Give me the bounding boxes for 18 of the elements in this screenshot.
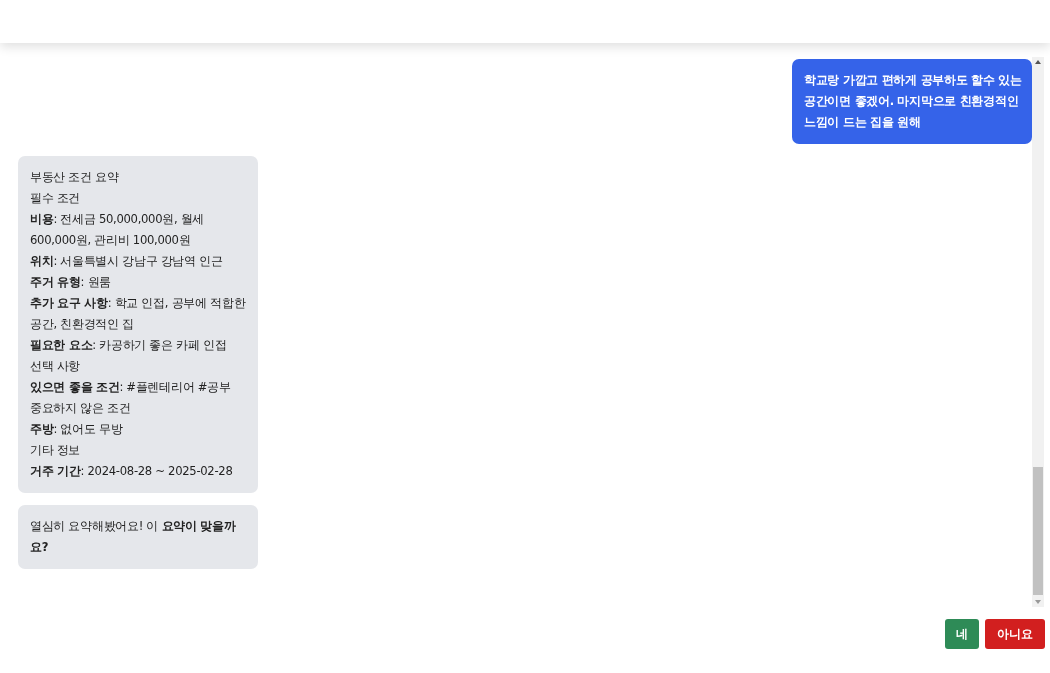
message-text: 부동산 조건 요약 [30, 169, 120, 186]
message-text: 선택 사항 [30, 358, 82, 375]
message-text: 중요하지 않은 조건 [30, 400, 132, 417]
message-text: 기타 정보 [30, 442, 82, 459]
message-text: 주방: 없어도 무방 [30, 421, 124, 438]
no-button[interactable]: 아니요 [985, 619, 1045, 649]
message-text: 거주 기간: 2024-08-28 ~ 2025-02-28 [30, 463, 234, 480]
message-text: 주거 유형: 원룸 [30, 274, 112, 291]
message-text: 필수 조건 [30, 190, 82, 207]
yes-button[interactable]: 네 [945, 619, 979, 649]
message-text: 필요한 요소: 카공하기 좋은 카페 인접 [30, 337, 228, 354]
message-text: 열심히 요약해봤어요! 이 요약이 맞을까요? [30, 518, 237, 556]
message-text: 위치: 서울특별시 강남구 강남역 인근 [30, 253, 224, 270]
message-text: 있으면 좋을 조건: #플렌테리어 #공부 [30, 379, 232, 396]
message-text: 비용: 전세금 50,000,000원, 월세 600,000원, 관리비 100,000원 [30, 211, 206, 249]
message-text: 학교랑 가깝고 편하게 공부하도 할수 있는 공간이면 좋겠어. 마지막으로 친환경적인 느낌이 드는 집을 원해 [804, 72, 1023, 131]
message-text: 추가 요구 사항: 학교 인접, 공부에 적합한 공간, 친환경적인 집 [30, 295, 247, 333]
scrollbar[interactable] [1032, 57, 1044, 607]
